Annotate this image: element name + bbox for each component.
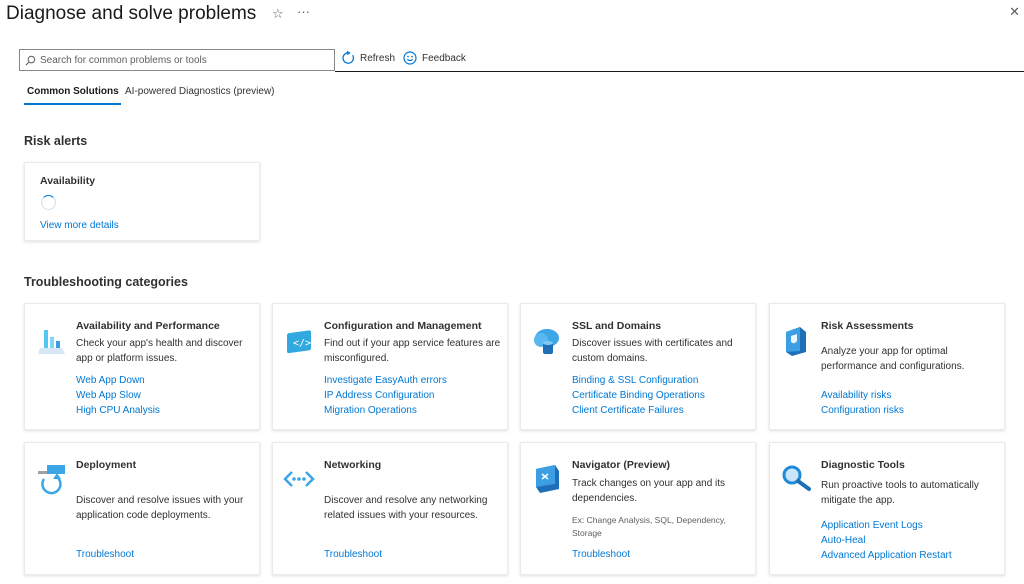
toolbar-divider bbox=[335, 71, 1024, 72]
configuration-risks-link[interactable]: Configuration risks bbox=[821, 404, 904, 419]
category-links: Application Event Logs Auto-Heal Advance… bbox=[821, 519, 952, 563]
category-examples: Ex: Change Analysis, SQL, Dependency, St… bbox=[572, 515, 726, 538]
risk-alerts-heading: Risk alerts bbox=[24, 134, 88, 148]
refresh-button[interactable]: Refresh bbox=[341, 51, 395, 65]
smiley-icon bbox=[403, 51, 417, 65]
feedback-button[interactable]: Feedback bbox=[403, 51, 466, 65]
category-card-deployment: Deployment Discover and resolve issues w… bbox=[24, 442, 260, 575]
tab-common-solutions[interactable]: Common Solutions bbox=[27, 86, 119, 97]
high-cpu-analysis-link[interactable]: High CPU Analysis bbox=[76, 404, 160, 419]
category-description: Track changes on your app and its depend… bbox=[572, 478, 726, 504]
category-links: Investigate EasyAuth errors IP Address C… bbox=[324, 374, 447, 418]
category-card-diagnostic-tools: Diagnostic Tools Run proactive tools to … bbox=[769, 442, 1005, 575]
category-links: Web App Down Web App Slow High CPU Analy… bbox=[76, 374, 160, 418]
category-card-networking: Networking Discover and resolve any netw… bbox=[272, 442, 508, 575]
refresh-icon bbox=[342, 51, 355, 64]
web-app-down-link[interactable]: Web App Down bbox=[76, 374, 160, 389]
category-description: Check your app's health and discover app… bbox=[76, 338, 243, 364]
troubleshooting-heading: Troubleshooting categories bbox=[24, 275, 188, 289]
category-description: Discover and resolve issues with your ap… bbox=[76, 495, 244, 521]
loading-spinner bbox=[41, 195, 56, 210]
search-input[interactable] bbox=[40, 54, 334, 66]
category-description: Analyze your app for optimal performance… bbox=[821, 346, 965, 372]
category-card-navigator: Navigator (Preview) Track changes on you… bbox=[520, 442, 756, 575]
auto-heal-link[interactable]: Auto-Heal bbox=[821, 534, 952, 549]
chart-icon bbox=[38, 330, 65, 354]
client-certificate-failures-link[interactable]: Client Certificate Failures bbox=[572, 404, 705, 419]
navigator-icon bbox=[536, 465, 559, 493]
risk-card-title: Availability bbox=[40, 175, 96, 187]
category-card-ssl-domains: SSL and Domains Discover issues with cer… bbox=[520, 303, 756, 430]
page-title: Diagnose and solve problems bbox=[6, 3, 257, 24]
refresh-label: Refresh bbox=[360, 52, 396, 64]
availability-risk-card: Availability View more details bbox=[24, 162, 260, 241]
web-app-slow-link[interactable]: Web App Slow bbox=[76, 389, 160, 404]
category-description: Discover issues with certificates and cu… bbox=[572, 338, 733, 364]
troubleshoot-link[interactable]: Troubleshoot bbox=[572, 548, 630, 563]
category-links: Troubleshoot bbox=[324, 548, 382, 563]
category-title: Navigator (Preview) bbox=[572, 459, 671, 471]
troubleshoot-link[interactable]: Troubleshoot bbox=[76, 548, 134, 563]
category-card-configuration-management: </> Configuration and Management Find ou… bbox=[272, 303, 508, 430]
feedback-label: Feedback bbox=[422, 52, 466, 64]
application-event-logs-link[interactable]: Application Event Logs bbox=[821, 519, 952, 534]
category-links: Availability risks Configuration risks bbox=[821, 389, 904, 419]
category-title: Networking bbox=[324, 459, 382, 471]
category-title: Availability and Performance bbox=[76, 320, 220, 332]
category-title: Diagnostic Tools bbox=[821, 459, 905, 471]
troubleshoot-link[interactable]: Troubleshoot bbox=[324, 548, 382, 563]
search-box[interactable] bbox=[19, 49, 335, 71]
cloud-globe-icon bbox=[534, 329, 559, 354]
star-icon[interactable]: ☆ bbox=[272, 6, 284, 22]
more-options-icon[interactable]: ··· bbox=[297, 4, 310, 19]
category-description: Run proactive tools to automatically mit… bbox=[821, 480, 979, 506]
binding-ssl-configuration-link[interactable]: Binding & SSL Configuration bbox=[572, 374, 705, 389]
category-card-availability-performance: Availability and Performance Check your … bbox=[24, 303, 260, 430]
category-card-risk-assessments: Risk Assessments Analyze your app for op… bbox=[769, 303, 1005, 430]
network-icon bbox=[283, 471, 315, 487]
view-more-details-link[interactable]: View more details bbox=[40, 220, 119, 231]
advanced-application-restart-link[interactable]: Advanced Application Restart bbox=[821, 549, 952, 564]
category-links: Binding & SSL Configuration Certificate … bbox=[572, 374, 705, 418]
active-tab-indicator bbox=[24, 103, 121, 105]
search-icon bbox=[25, 55, 36, 65]
investigate-easyauth-link[interactable]: Investigate EasyAuth errors bbox=[324, 374, 447, 389]
certificate-binding-operations-link[interactable]: Certificate Binding Operations bbox=[572, 389, 705, 404]
category-title: Deployment bbox=[76, 459, 137, 471]
category-title: SSL and Domains bbox=[572, 320, 662, 332]
category-links: Troubleshoot bbox=[76, 548, 134, 563]
migration-operations-link[interactable]: Migration Operations bbox=[324, 404, 447, 419]
category-title: Configuration and Management bbox=[324, 320, 482, 332]
deployment-icon bbox=[38, 465, 65, 495]
category-description: Discover and resolve any networking rela… bbox=[324, 495, 488, 521]
close-icon[interactable]: ✕ bbox=[1009, 4, 1020, 20]
availability-risks-link[interactable]: Availability risks bbox=[821, 389, 904, 404]
tab-ai-powered-diagnostics[interactable]: AI-powered Diagnostics (preview) bbox=[125, 86, 275, 97]
svg-text:</>: </> bbox=[293, 338, 311, 349]
magnifier-icon bbox=[782, 465, 811, 491]
category-title: Risk Assessments bbox=[821, 320, 914, 332]
category-description: Find out if your app service features ar… bbox=[324, 338, 501, 364]
shield-book-icon bbox=[786, 327, 806, 356]
category-links: Troubleshoot bbox=[572, 548, 630, 563]
ip-address-configuration-link[interactable]: IP Address Configuration bbox=[324, 389, 447, 404]
config-icon: </> bbox=[287, 330, 311, 354]
